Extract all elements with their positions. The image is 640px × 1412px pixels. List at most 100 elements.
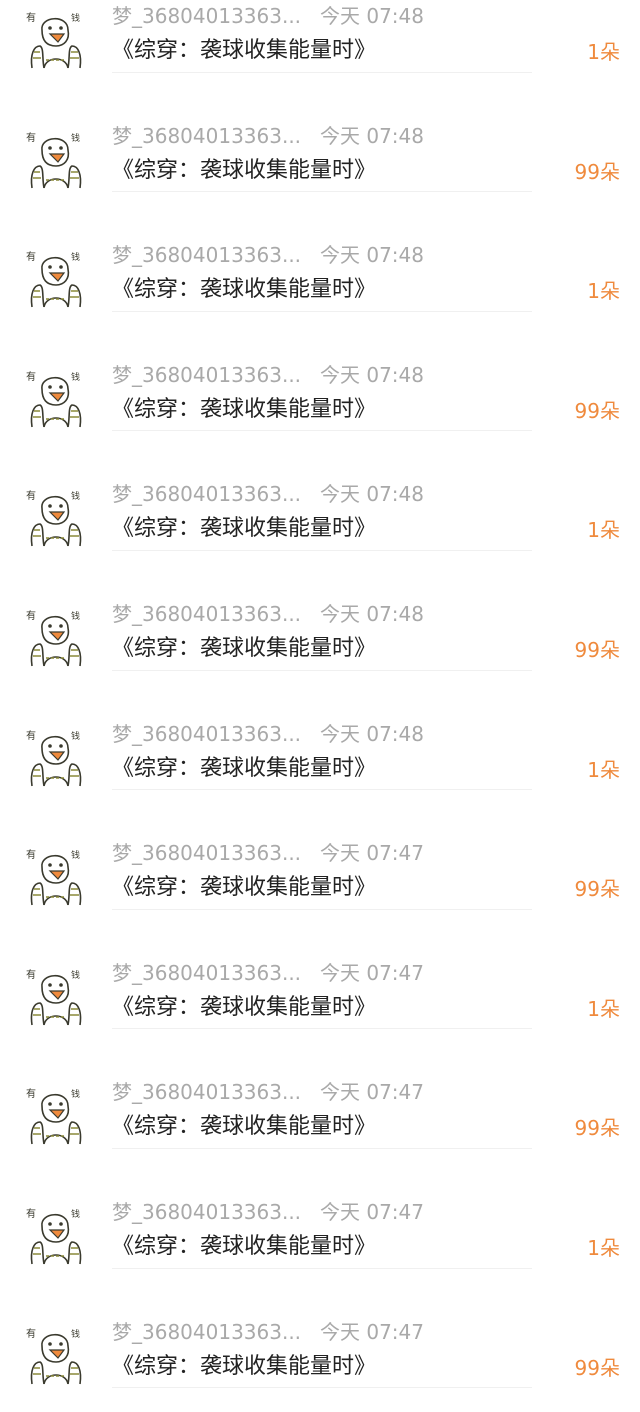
- svg-text:钱: 钱: [71, 1208, 80, 1220]
- timestamp: 今天 07:47: [320, 1080, 424, 1105]
- gift-count: 1朵: [587, 279, 620, 304]
- duck-avatar-icon: 有钱: [26, 11, 82, 69]
- user-name: 梦_36804013363...: [112, 721, 302, 746]
- book-title: 《综穿：袭球收集能量时》: [112, 635, 377, 661]
- item-meta: 梦_36804013363... 今天 07:47: [112, 1077, 424, 1107]
- list-item[interactable]: 有钱 梦_36804013363... 今天 07:47 《综穿：袭球收集能量时》…: [0, 1149, 640, 1269]
- gift-count: 1朵: [587, 757, 620, 782]
- svg-text:钱: 钱: [71, 1328, 80, 1340]
- svg-text:有: 有: [26, 489, 36, 502]
- svg-text:有: 有: [26, 729, 36, 742]
- book-title: 《综穿：袭球收集能量时》: [112, 755, 377, 781]
- duck-avatar-icon: 有钱: [26, 131, 82, 188]
- user-name: 梦_36804013363...: [112, 482, 302, 507]
- user-name: 梦_36804013363...: [112, 960, 302, 985]
- timestamp: 今天 07:48: [320, 362, 424, 387]
- user-name: 梦_36804013363...: [112, 1080, 302, 1105]
- list-item[interactable]: 有钱 梦_36804013363... 今天 07:47 《综穿：袭球收集能量时》…: [0, 1029, 640, 1149]
- timestamp: 今天 07:47: [320, 1199, 424, 1224]
- gift-count: 99朵: [574, 159, 620, 184]
- list-item[interactable]: 有钱 梦_36804013363... 今天 07:48 《综穿：袭球收集能量时》…: [0, 312, 640, 432]
- user-name: 梦_36804013363...: [112, 243, 302, 268]
- svg-text:有: 有: [26, 1207, 36, 1220]
- list-item[interactable]: 有钱 梦_36804013363... 今天 07:48 《综穿：袭球收集能量时》…: [0, 431, 640, 551]
- item-meta: 梦_36804013363... 今天 07:48: [112, 240, 424, 270]
- user-name: 梦_36804013363...: [112, 123, 302, 148]
- svg-text:有: 有: [26, 1087, 36, 1100]
- timestamp: 今天 07:48: [320, 482, 424, 507]
- svg-text:钱: 钱: [71, 132, 80, 144]
- svg-text:钱: 钱: [71, 849, 80, 861]
- duck-avatar-icon: 有钱: [26, 1207, 82, 1265]
- user-name: 梦_36804013363...: [112, 1319, 302, 1344]
- svg-text:钱: 钱: [71, 12, 80, 24]
- svg-text:钱: 钱: [71, 251, 80, 263]
- item-meta: 梦_36804013363... 今天 07:48: [112, 121, 424, 151]
- timestamp: 今天 07:48: [320, 243, 424, 268]
- list-item[interactable]: 有钱 梦_36804013363... 今天 07:48 《综穿：袭球收集能量时》…: [0, 671, 640, 791]
- gift-count: 99朵: [574, 398, 620, 423]
- timestamp: 今天 07:48: [320, 4, 424, 28]
- duck-avatar-icon: 有钱: [26, 1327, 82, 1384]
- gift-count: 99朵: [574, 637, 620, 662]
- svg-text:有: 有: [26, 370, 36, 383]
- book-title: 《综穿：袭球收集能量时》: [112, 994, 377, 1020]
- book-title: 《综穿：袭球收集能量时》: [112, 1114, 377, 1140]
- list-item[interactable]: 有钱 梦_36804013363... 今天 07:48 《综穿：袭球收集能量时》…: [0, 73, 640, 193]
- svg-text:钱: 钱: [71, 730, 80, 742]
- gift-count: 1朵: [587, 1235, 620, 1260]
- svg-text:有: 有: [26, 968, 36, 981]
- duck-avatar-icon: 有钱: [26, 848, 82, 906]
- gift-count: 1朵: [587, 518, 620, 543]
- svg-text:有: 有: [26, 609, 36, 622]
- user-name: 梦_36804013363...: [112, 362, 302, 387]
- user-name: 梦_36804013363...: [112, 841, 302, 866]
- svg-text:钱: 钱: [71, 371, 80, 383]
- timestamp: 今天 07:48: [320, 123, 424, 148]
- item-meta: 梦_36804013363... 今天 07:48: [112, 479, 424, 509]
- book-title: 《综穿：袭球收集能量时》: [112, 157, 377, 183]
- list-item[interactable]: 有钱 梦_36804013363... 今天 07:47 《综穿：袭球收集能量时》…: [0, 1269, 640, 1389]
- item-meta: 梦_36804013363... 今天 07:47: [112, 958, 424, 988]
- gift-record-list: 有钱 梦_36804013363... 今天 07:48 《综穿：袭球收集能量时》…: [0, 0, 640, 1388]
- user-name: 梦_36804013363...: [112, 4, 302, 28]
- svg-text:有: 有: [26, 250, 36, 263]
- duck-avatar-icon: 有钱: [26, 729, 82, 786]
- timestamp: 今天 07:48: [320, 601, 424, 626]
- list-item[interactable]: 有钱 梦_36804013363... 今天 07:47 《综穿：袭球收集能量时》…: [0, 790, 640, 910]
- item-meta: 梦_36804013363... 今天 07:48: [112, 1, 424, 31]
- svg-text:钱: 钱: [71, 969, 80, 981]
- user-name: 梦_36804013363...: [112, 1199, 302, 1224]
- svg-text:有: 有: [26, 131, 36, 144]
- duck-avatar-icon: 有钱: [26, 250, 82, 308]
- book-title: 《综穿：袭球收集能量时》: [112, 875, 377, 901]
- gift-count: 99朵: [574, 877, 620, 902]
- gift-count: 99朵: [574, 1116, 620, 1141]
- gift-count: 1朵: [587, 996, 620, 1021]
- timestamp: 今天 07:47: [320, 1319, 424, 1344]
- list-item[interactable]: 有钱 梦_36804013363... 今天 07:48 《综穿：袭球收集能量时》…: [0, 551, 640, 671]
- timestamp: 今天 07:47: [320, 960, 424, 985]
- gift-count: 1朵: [587, 40, 620, 64]
- item-meta: 梦_36804013363... 今天 07:48: [112, 360, 424, 390]
- item-meta: 梦_36804013363... 今天 07:47: [112, 1197, 424, 1227]
- duck-avatar-icon: 有钱: [26, 370, 82, 428]
- list-item[interactable]: 有钱 梦_36804013363... 今天 07:48 《综穿：袭球收集能量时》…: [0, 192, 640, 312]
- duck-avatar-icon: 有钱: [26, 1087, 82, 1145]
- list-item[interactable]: 有钱 梦_36804013363... 今天 07:48 《综穿：袭球收集能量时》…: [0, 0, 640, 73]
- timestamp: 今天 07:47: [320, 841, 424, 866]
- user-name: 梦_36804013363...: [112, 601, 302, 626]
- item-meta: 梦_36804013363... 今天 07:48: [112, 719, 424, 749]
- gift-count: 99朵: [574, 1355, 620, 1380]
- duck-avatar-icon: 有钱: [26, 489, 82, 547]
- list-item[interactable]: 有钱 梦_36804013363... 今天 07:47 《综穿：袭球收集能量时》…: [0, 910, 640, 1030]
- book-title: 《综穿：袭球收集能量时》: [112, 1353, 377, 1379]
- book-title: 《综穿：袭球收集能量时》: [112, 1233, 377, 1259]
- duck-avatar-icon: 有钱: [26, 968, 82, 1026]
- timestamp: 今天 07:48: [320, 721, 424, 746]
- book-title: 《综穿：袭球收集能量时》: [112, 38, 377, 63]
- item-meta: 梦_36804013363... 今天 07:47: [112, 1317, 424, 1347]
- svg-text:有: 有: [26, 11, 36, 24]
- svg-text:有: 有: [26, 848, 36, 861]
- svg-text:有: 有: [26, 1327, 36, 1340]
